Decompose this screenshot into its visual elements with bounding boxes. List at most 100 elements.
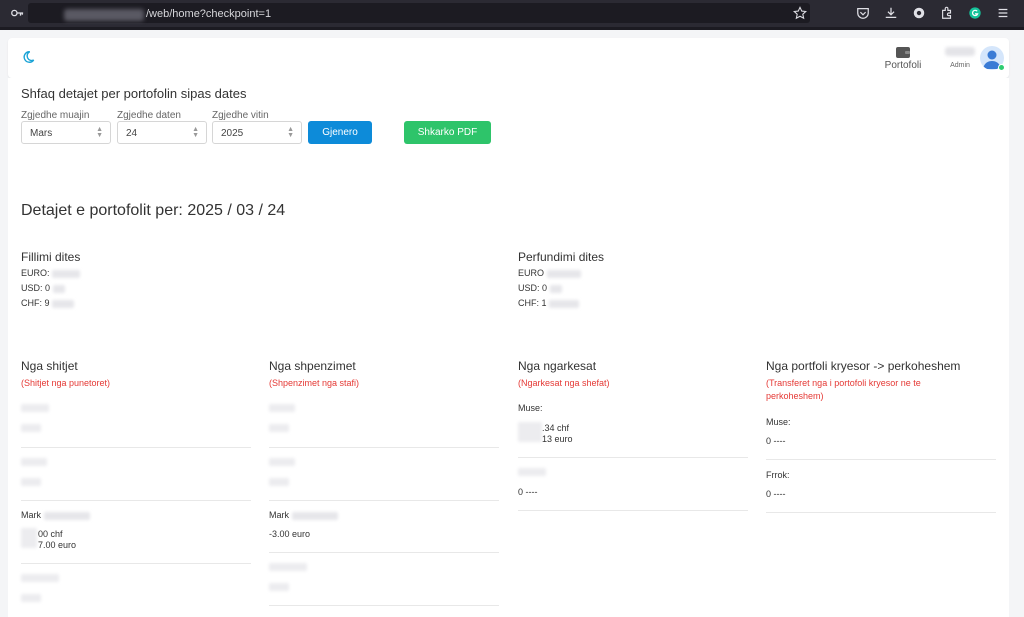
star-icon[interactable]: [793, 6, 807, 20]
row-divider: [21, 500, 251, 501]
end-euro-row: EURO: [518, 268, 581, 278]
download-icon[interactable]: [884, 6, 898, 20]
redacted-value: [518, 422, 542, 442]
expenses-subtitle: (Shpenzimet nga stafi): [269, 378, 360, 388]
url-bar[interactable]: /web/home?checkpoint=1: [28, 3, 810, 23]
day-value: 24: [126, 128, 138, 139]
loads-row1-euro: 13 euro: [542, 434, 573, 444]
end-chf-label: CHF:: [518, 298, 539, 308]
start-euro-row: EURO:: [21, 268, 81, 278]
loads-subtitle: (Ngarkesat nga shefat): [518, 378, 610, 388]
main-portfolio-row1-value: 0 ----: [766, 436, 786, 446]
user-role: Admin: [950, 62, 970, 69]
row-divider: [269, 552, 499, 553]
main-portfolio-subtitle-line2: perkoheshem): [766, 391, 824, 401]
row-divider: [269, 447, 499, 448]
download-pdf-button[interactable]: Shkarko PDF: [404, 121, 491, 144]
start-usd-value: 0: [45, 283, 51, 293]
loads-row2-value: 0 ----: [518, 487, 538, 497]
redacted-name: [269, 563, 307, 571]
end-of-day-title: Perfundimi dites: [518, 250, 605, 264]
portofoli-link[interactable]: Portofoli: [878, 45, 928, 71]
redacted-name: [269, 458, 295, 466]
redacted-value: [52, 299, 75, 308]
main-content: Shfaq detajet per portofolin sipas dates…: [8, 78, 1009, 617]
redacted-value: [43, 511, 90, 520]
redacted-value: [546, 269, 581, 278]
expenses-row-mark-label: Mark: [269, 510, 338, 520]
user-name-redacted: [945, 47, 975, 56]
select-arrows-icon: ▲ ▼: [287, 126, 294, 139]
url-path: /web/home?checkpoint=1: [146, 8, 272, 20]
sales-row-mark-label: Mark: [21, 510, 90, 520]
details-title: Detajet e portofolit per: 2025 / 03 / 24: [21, 202, 286, 219]
expenses-mark-euro: -3.00 euro: [269, 529, 311, 539]
redacted-name: [21, 458, 47, 466]
main-portfolio-row2-label: Frrok:: [766, 470, 790, 480]
loads-row1-label: Muse:: [518, 403, 543, 413]
loads-title: Nga ngarkesat: [518, 359, 597, 373]
end-usd-value: 0: [542, 283, 548, 293]
row-divider: [518, 457, 748, 458]
redacted-value: [269, 424, 289, 432]
end-usd-row: USD: 0: [518, 283, 562, 293]
profile-circle-icon[interactable]: [912, 6, 926, 20]
main-portfolio-title: Nga portfoli kryesor -> perkoheshem: [766, 359, 961, 373]
select-arrows-icon: ▲ ▼: [96, 126, 103, 139]
redacted-value: [549, 284, 562, 293]
row-divider: [518, 510, 748, 511]
online-status-dot: [998, 64, 1005, 71]
loads-row1-chf: .34 chf: [542, 423, 570, 433]
sales-mark-chf: 00 chf: [38, 529, 63, 539]
browser-toolbar: /web/home?checkpoint=1: [0, 0, 1024, 27]
row-divider: [21, 563, 251, 564]
wallet-icon: [896, 47, 910, 58]
redacted-value: [21, 594, 41, 602]
expenses-mark-name: Mark: [269, 510, 289, 520]
toolbar-icons: [856, 6, 1010, 20]
expenses-title: Nga shpenzimet: [269, 359, 356, 373]
month-select[interactable]: Mars ▲ ▼: [21, 121, 111, 144]
select-arrows-icon: ▲ ▼: [192, 126, 199, 139]
redacted-value: [549, 299, 580, 308]
start-chf-label: CHF:: [21, 298, 42, 308]
generate-button[interactable]: Gjenero: [308, 121, 372, 144]
grammarly-icon[interactable]: [968, 6, 982, 20]
sales-title: Nga shitjet: [21, 359, 78, 373]
redacted-name: [21, 404, 49, 412]
start-of-day-title: Fillimi dites: [21, 250, 81, 264]
year-select[interactable]: 2025 ▲ ▼: [212, 121, 302, 144]
row-divider: [269, 500, 499, 501]
page: Portofoli Admin Shfaq detajet per portof…: [0, 30, 1024, 617]
redacted-value: [52, 284, 65, 293]
start-chf-value: 9: [44, 298, 50, 308]
redacted-value: [52, 269, 81, 278]
filter-heading: Shfaq detajet per portofolin sipas dates: [21, 86, 247, 101]
start-usd-row: USD: 0: [21, 283, 65, 293]
moon-icon[interactable]: [21, 50, 35, 64]
end-usd-label: USD:: [518, 283, 540, 293]
day-select[interactable]: 24 ▲ ▼: [117, 121, 207, 144]
month-label: Zgjedhe muajin: [21, 110, 90, 121]
row-divider: [766, 512, 996, 513]
day-label: Zgjedhe daten: [117, 110, 181, 121]
main-portfolio-row2-value: 0 ----: [766, 489, 786, 499]
redacted-name: [269, 404, 295, 412]
start-usd-label: USD:: [21, 283, 43, 293]
main-portfolio-subtitle-line1: (Transferet nga i portofoli kryesor ne t…: [766, 378, 921, 388]
url-host-redacted: [64, 9, 144, 21]
redacted-value: [21, 478, 41, 486]
start-chf-row: CHF: 9: [21, 298, 75, 308]
key-icon[interactable]: [10, 6, 24, 20]
extension-icon[interactable]: [940, 6, 954, 20]
year-label: Zgjedhe vitin: [212, 110, 269, 121]
month-value: Mars: [30, 128, 53, 139]
menu-icon[interactable]: [996, 6, 1010, 20]
main-portfolio-row1-label: Muse:: [766, 417, 791, 427]
redacted-name: [518, 468, 546, 476]
pocket-icon[interactable]: [856, 6, 870, 20]
redacted-value: [269, 583, 289, 591]
year-value: 2025: [221, 128, 244, 139]
sales-mark-name: Mark: [21, 510, 41, 520]
redacted-value: [269, 478, 289, 486]
